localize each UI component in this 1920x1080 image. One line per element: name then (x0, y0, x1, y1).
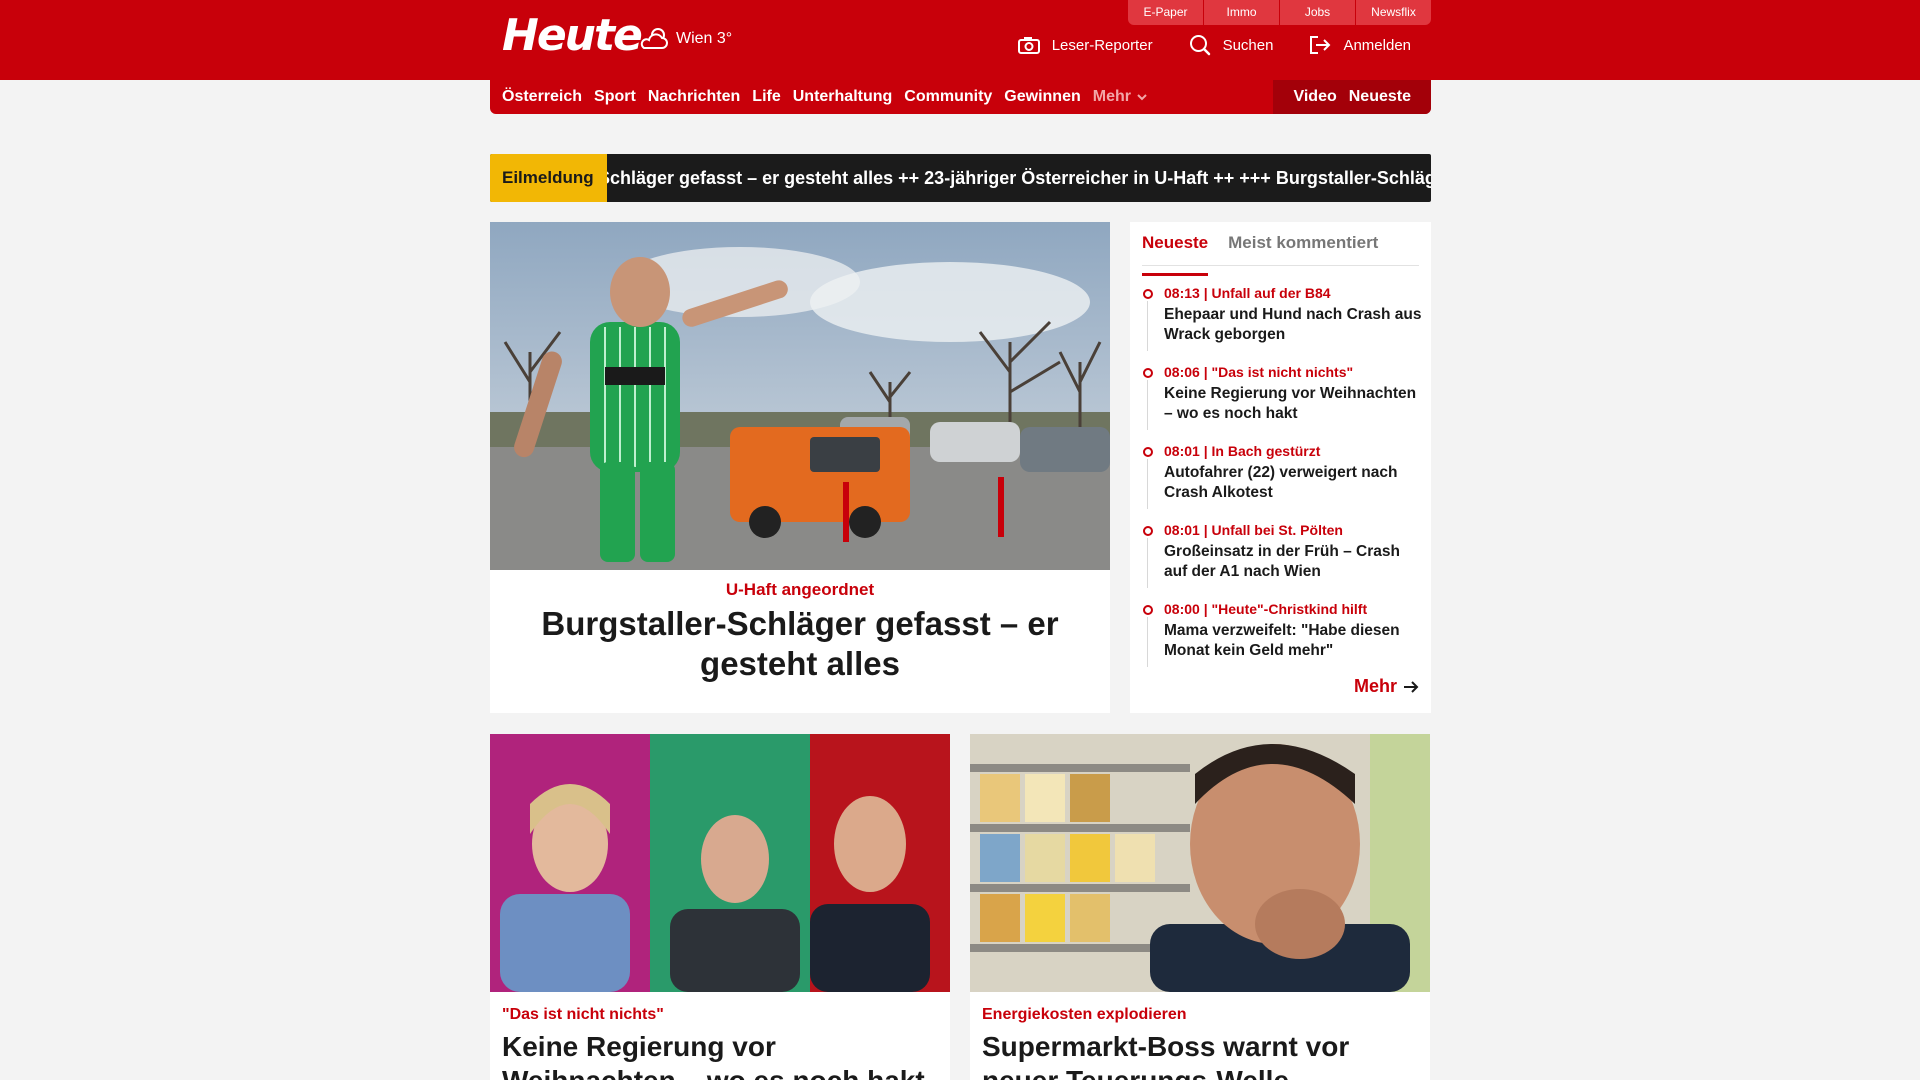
hero-headline[interactable]: Burgstaller-Schläger gefasst – er gesteh… (530, 604, 1070, 684)
timeline-dot-icon (1143, 289, 1153, 299)
article-card[interactable]: "Das ist nicht nichts" Keine Regierung v… (490, 734, 950, 1080)
timeline-line (1147, 538, 1148, 588)
camera-icon (1017, 37, 1040, 54)
tab-meist-kommentiert[interactable]: Meist kommentiert (1228, 230, 1378, 265)
item-meta: 08:00 | "Heute"-Christkind hilft (1164, 601, 1368, 617)
timeline-dot-icon (1143, 526, 1153, 536)
nav-item-neueste[interactable]: Neueste (1349, 88, 1411, 106)
nav-item-sport[interactable]: Sport (594, 88, 636, 106)
timeline-line (1147, 380, 1148, 430)
nav-item-gewinnen[interactable]: Gewinnen (1004, 88, 1080, 106)
timeline-dot-icon (1143, 605, 1153, 615)
list-item[interactable]: 08:13 | Unfall auf der B84 Ehepaar und H… (1142, 284, 1422, 363)
article-image[interactable] (490, 734, 950, 992)
top-link-immo[interactable]: Immo (1204, 0, 1279, 25)
article-card[interactable]: Energiekosten explodieren Supermarkt-Bos… (970, 734, 1430, 1080)
item-meta: 08:01 | Unfall bei St. Pölten (1164, 522, 1343, 538)
sidebar-list: 08:13 | Unfall auf der B84 Ehepaar und H… (1142, 284, 1422, 679)
list-item[interactable]: 08:00 | "Heute"-Christkind hilft Mama ve… (1142, 600, 1422, 679)
site-logo[interactable]: Heute (502, 10, 643, 62)
tab-neueste[interactable]: Neueste (1142, 230, 1209, 276)
top-links: E-Paper Immo Jobs Newsflix (1127, 0, 1431, 25)
top-link-epaper[interactable]: E-Paper (1128, 0, 1203, 25)
item-meta: 08:01 | In Bach gestürzt (1164, 443, 1321, 459)
item-title[interactable]: Autofahrer (22) verweigert nach Crash Al… (1164, 463, 1422, 503)
article-kicker: "Das ist nicht nichts" (502, 1006, 664, 1023)
search-label: Suchen (1222, 36, 1274, 54)
nav-item-community[interactable]: Community (904, 88, 992, 106)
sidebar-more-label: Mehr (1353, 676, 1397, 696)
sidebar-more-link[interactable]: Mehr (1354, 676, 1419, 697)
latest-news-sidebar: Neueste Meist kommentiert 08:13 | Unfall… (1130, 222, 1431, 713)
main-nav: Österreich Sport Nachrichten Life Unterh… (490, 80, 1431, 114)
reporter-label: Leser-Reporter (1051, 36, 1153, 54)
article-kicker: Energiekosten explodieren (982, 1006, 1187, 1023)
nav-item-unterhaltung[interactable]: Unterhaltung (793, 88, 893, 106)
breaking-text-content: er-Schläger gefasst – er gesteht alles +… (607, 168, 1431, 188)
sidebar-tabs: Neueste Meist kommentiert (1142, 230, 1419, 276)
breaking-label: Eilmeldung (490, 154, 607, 202)
timeline-dot-icon (1143, 368, 1153, 378)
top-link-newsflix[interactable]: Newsflix (1356, 0, 1431, 25)
item-title[interactable]: Keine Regierung vor Weihnachten – wo es … (1164, 384, 1422, 424)
item-title[interactable]: Mama verzweifelt: "Habe diesen Monat kei… (1164, 621, 1422, 661)
nav-categories: Österreich Sport Nachrichten Life Unterh… (502, 80, 1161, 114)
weather-widget[interactable]: Wien 3° (638, 26, 732, 52)
list-item[interactable]: 08:01 | Unfall bei St. Pölten Großeinsat… (1142, 521, 1422, 600)
cloud-sun-icon (640, 28, 668, 49)
login-icon (1310, 36, 1331, 54)
header-inner: Heute Wien 3° E-Paper Immo Jobs Newsflix… (490, 0, 1431, 80)
reporter-button[interactable]: Leser-Reporter (1017, 36, 1153, 54)
header-actions: Leser-Reporter Suchen Anmelden (982, 34, 1411, 56)
timeline-dot-icon (1143, 447, 1153, 457)
search-icon (1189, 35, 1210, 56)
login-label: Anmelden (1343, 36, 1411, 54)
site-header: Heute Wien 3° E-Paper Immo Jobs Newsflix… (0, 0, 1920, 80)
nav-item-oesterreich[interactable]: Österreich (502, 88, 582, 106)
politicians-photo-illustration (490, 734, 950, 992)
timeline-line (1147, 459, 1148, 509)
timeline-line (1147, 301, 1148, 351)
hero-kicker: U-Haft angeordnet (725, 580, 875, 599)
search-button[interactable]: Suchen (1189, 34, 1274, 56)
hero-article[interactable]: U-Haft angeordnet Burgstaller-Schläger g… (490, 222, 1110, 713)
item-title[interactable]: Großeinsatz in der Früh – Crash auf der … (1164, 542, 1422, 582)
article-headline[interactable]: Supermarkt-Boss warnt vor neuer Teuerung… (982, 1030, 1422, 1080)
nav-more-dropdown[interactable]: Mehr (1093, 88, 1149, 106)
item-meta: 08:06 | "Das ist nicht nichts" (1164, 364, 1354, 380)
item-meta: 08:13 | Unfall auf der B84 (1164, 285, 1331, 301)
hero-photo-illustration (490, 222, 1110, 570)
hero-image[interactable] (490, 222, 1110, 570)
weather-label: Wien 3° (676, 30, 733, 47)
timeline-line (1147, 617, 1148, 667)
article-image[interactable] (970, 734, 1430, 992)
supermarket-photo-illustration (970, 734, 1430, 992)
login-button[interactable]: Anmelden (1309, 35, 1411, 55)
list-item[interactable]: 08:06 | "Das ist nicht nichts" Keine Reg… (1142, 363, 1422, 442)
nav-item-nachrichten[interactable]: Nachrichten (648, 88, 740, 106)
breaking-news-ticker[interactable]: Eilmeldung er-Schläger gefasst – er gest… (490, 154, 1431, 202)
nav-more-label: Mehr (1092, 88, 1131, 105)
article-headline[interactable]: Keine Regierung vor Weihnachten – wo es … (502, 1030, 942, 1080)
arrow-right-icon (1404, 680, 1419, 693)
item-title[interactable]: Ehepaar und Hund nach Crash aus Wrack ge… (1164, 305, 1422, 345)
breaking-text: er-Schläger gefasst – er gesteht alles +… (607, 154, 1431, 202)
nav-video-latest: Video Neueste (1273, 80, 1431, 114)
list-item[interactable]: 08:01 | In Bach gestürzt Autofahrer (22)… (1142, 442, 1422, 521)
nav-item-life[interactable]: Life (752, 88, 780, 106)
nav-item-video[interactable]: Video (1293, 88, 1336, 106)
top-link-jobs[interactable]: Jobs (1280, 0, 1355, 25)
chevron-down-icon (1137, 94, 1147, 101)
